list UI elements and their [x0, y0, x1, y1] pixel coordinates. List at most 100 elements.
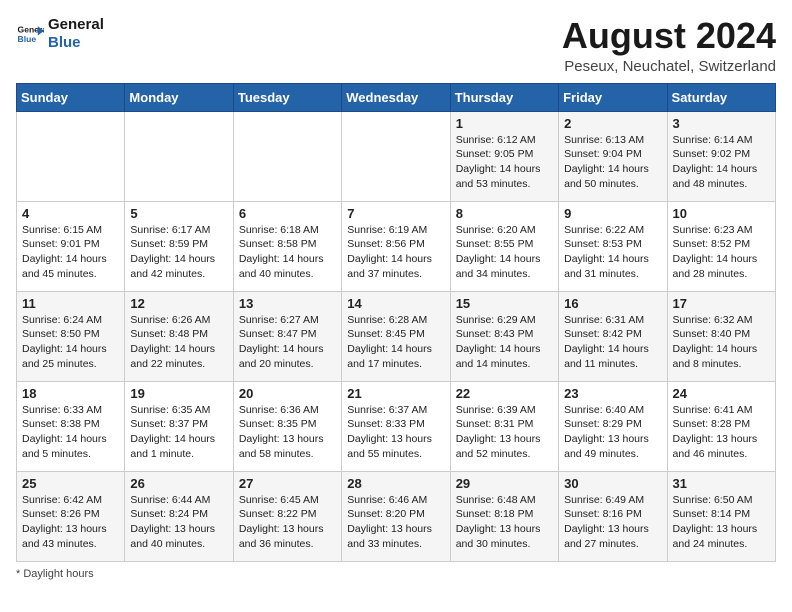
day-number: 28 — [347, 476, 444, 491]
day-number: 22 — [456, 386, 553, 401]
day-number: 30 — [564, 476, 661, 491]
footer-note: * Daylight hours — [16, 568, 776, 580]
calendar-cell: 5 Sunrise: 6:17 AM Sunset: 8:59 PM Daylig… — [125, 201, 233, 291]
day-info: Sunrise: 6:23 AM Sunset: 8:52 PM Dayligh… — [673, 223, 770, 282]
day-info: Sunrise: 6:49 AM Sunset: 8:16 PM Dayligh… — [564, 493, 661, 552]
day-number: 3 — [673, 116, 770, 131]
day-info: Sunrise: 6:15 AM Sunset: 9:01 PM Dayligh… — [22, 223, 119, 282]
calendar-cell: 7Sunrise: 6:19 AM Sunset: 8:56 PM Daylig… — [342, 201, 450, 291]
day-number: 10 — [673, 206, 770, 221]
calendar-cell — [17, 111, 125, 201]
day-info: Sunrise: 6:17 AM Sunset: 8:59 PM Dayligh… — [130, 223, 227, 282]
calendar-cell: 11Sunrise: 6:24 AM Sunset: 8:50 PM Dayli… — [17, 291, 125, 381]
calendar-cell: 28 Sunrise: 6:46 AM Sunset: 8:20 PM Dayli… — [342, 471, 450, 561]
title-area: August 2024 Peseux, Neuchatel, Switzerla… — [562, 16, 776, 75]
day-header-wednesday: Wednesday — [342, 83, 450, 111]
calendar-cell: 23Sunrise: 6:40 AM Sunset: 8:29 PM Dayli… — [559, 381, 667, 471]
calendar-week-4: 25Sunrise: 6:42 AM Sunset: 8:26 PM Dayli… — [17, 471, 776, 561]
day-info: Sunrise: 6:46 AM Sunset: 8:20 PM Dayligh… — [347, 493, 444, 552]
day-number: 27 — [239, 476, 336, 491]
calendar-cell: 15 Sunrise: 6:29 AM Sunset: 8:43 PM Dayli… — [450, 291, 558, 381]
day-info: Sunrise: 6:20 AM Sunset: 8:55 PM Dayligh… — [456, 223, 553, 282]
day-info: Sunrise: 6:44 AM Sunset: 8:24 PM Dayligh… — [130, 493, 227, 552]
day-number: 14 — [347, 296, 444, 311]
day-info: Sunrise: 6:27 AM Sunset: 8:47 PM Dayligh… — [239, 313, 336, 372]
day-number: 24 — [673, 386, 770, 401]
calendar-cell: 19 Sunrise: 6:35 AM Sunset: 8:37 PM Dayli… — [125, 381, 233, 471]
day-number: 7 — [347, 206, 444, 221]
calendar-cell: 2Sunrise: 6:13 AM Sunset: 9:04 PM Daylig… — [559, 111, 667, 201]
day-number: 17 — [673, 296, 770, 311]
calendar-cell: 18Sunrise: 6:33 AM Sunset: 8:38 PM Dayli… — [17, 381, 125, 471]
day-number: 1 — [456, 116, 553, 131]
day-number: 8 — [456, 206, 553, 221]
day-number: 19 — [130, 386, 227, 401]
logo-line1: General — [48, 16, 104, 34]
calendar-cell: 10 Sunrise: 6:23 AM Sunset: 8:52 PM Dayli… — [667, 201, 775, 291]
calendar-cell: 16 Sunrise: 6:31 AM Sunset: 8:42 PM Dayli… — [559, 291, 667, 381]
calendar-cell — [233, 111, 341, 201]
day-info: Sunrise: 6:50 AM Sunset: 8:14 PM Dayligh… — [673, 493, 770, 552]
day-number: 5 — [130, 206, 227, 221]
day-header-tuesday: Tuesday — [233, 83, 341, 111]
calendar-cell: 29Sunrise: 6:48 AM Sunset: 8:18 PM Dayli… — [450, 471, 558, 561]
day-header-saturday: Saturday — [667, 83, 775, 111]
page-header: General Blue General Blue August 2024 Pe… — [16, 16, 776, 75]
day-number: 11 — [22, 296, 119, 311]
day-header-monday: Monday — [125, 83, 233, 111]
day-info: Sunrise: 6:31 AM Sunset: 8:42 PM Dayligh… — [564, 313, 661, 372]
calendar-cell: 1 Sunrise: 6:12 AM Sunset: 9:05 PM Daylig… — [450, 111, 558, 201]
month-title: August 2024 — [562, 16, 776, 56]
day-number: 21 — [347, 386, 444, 401]
day-info: Sunrise: 6:35 AM Sunset: 8:37 PM Dayligh… — [130, 403, 227, 462]
calendar-header-row: SundayMondayTuesdayWednesdayThursdayFrid… — [17, 83, 776, 111]
day-number: 16 — [564, 296, 661, 311]
calendar-cell: 4 Sunrise: 6:15 AM Sunset: 9:01 PM Daylig… — [17, 201, 125, 291]
calendar-cell — [125, 111, 233, 201]
day-header-friday: Friday — [559, 83, 667, 111]
calendar-cell: 21 Sunrise: 6:37 AM Sunset: 8:33 PM Dayli… — [342, 381, 450, 471]
day-info: Sunrise: 6:33 AM Sunset: 8:38 PM Dayligh… — [22, 403, 119, 462]
day-number: 26 — [130, 476, 227, 491]
calendar-cell: 17Sunrise: 6:32 AM Sunset: 8:40 PM Dayli… — [667, 291, 775, 381]
calendar-week-1: 4 Sunrise: 6:15 AM Sunset: 9:01 PM Daylig… — [17, 201, 776, 291]
day-info: Sunrise: 6:29 AM Sunset: 8:43 PM Dayligh… — [456, 313, 553, 372]
day-info: Sunrise: 6:45 AM Sunset: 8:22 PM Dayligh… — [239, 493, 336, 552]
logo-icon: General Blue — [16, 20, 44, 48]
calendar-cell: 12Sunrise: 6:26 AM Sunset: 8:48 PM Dayli… — [125, 291, 233, 381]
calendar-cell: 27 Sunrise: 6:45 AM Sunset: 8:22 PM Dayli… — [233, 471, 341, 561]
logo-line2: Blue — [48, 34, 104, 52]
calendar-cell: 6Sunrise: 6:18 AM Sunset: 8:58 PM Daylig… — [233, 201, 341, 291]
day-info: Sunrise: 6:41 AM Sunset: 8:28 PM Dayligh… — [673, 403, 770, 462]
calendar-cell: 31 Sunrise: 6:50 AM Sunset: 8:14 PM Dayli… — [667, 471, 775, 561]
day-info: Sunrise: 6:37 AM Sunset: 8:33 PM Dayligh… — [347, 403, 444, 462]
svg-text:Blue: Blue — [18, 34, 37, 44]
day-info: Sunrise: 6:36 AM Sunset: 8:35 PM Dayligh… — [239, 403, 336, 462]
calendar-cell: 24 Sunrise: 6:41 AM Sunset: 8:28 PM Dayli… — [667, 381, 775, 471]
calendar-cell — [342, 111, 450, 201]
day-number: 15 — [456, 296, 553, 311]
calendar-cell: 8 Sunrise: 6:20 AM Sunset: 8:55 PM Daylig… — [450, 201, 558, 291]
day-number: 29 — [456, 476, 553, 491]
calendar-cell: 20Sunrise: 6:36 AM Sunset: 8:35 PM Dayli… — [233, 381, 341, 471]
day-info: Sunrise: 6:12 AM Sunset: 9:05 PM Dayligh… — [456, 133, 553, 192]
day-info: Sunrise: 6:13 AM Sunset: 9:04 PM Dayligh… — [564, 133, 661, 192]
footer-note-text: Daylight hours — [23, 568, 93, 580]
day-number: 31 — [673, 476, 770, 491]
day-number: 4 — [22, 206, 119, 221]
day-info: Sunrise: 6:14 AM Sunset: 9:02 PM Dayligh… — [673, 133, 770, 192]
calendar-week-0: 1 Sunrise: 6:12 AM Sunset: 9:05 PM Daylig… — [17, 111, 776, 201]
calendar-cell: 30 Sunrise: 6:49 AM Sunset: 8:16 PM Dayli… — [559, 471, 667, 561]
calendar-cell: 3 Sunrise: 6:14 AM Sunset: 9:02 PM Daylig… — [667, 111, 775, 201]
day-info: Sunrise: 6:18 AM Sunset: 8:58 PM Dayligh… — [239, 223, 336, 282]
day-header-sunday: Sunday — [17, 83, 125, 111]
calendar-cell: 9 Sunrise: 6:22 AM Sunset: 8:53 PM Daylig… — [559, 201, 667, 291]
day-info: Sunrise: 6:22 AM Sunset: 8:53 PM Dayligh… — [564, 223, 661, 282]
day-info: Sunrise: 6:40 AM Sunset: 8:29 PM Dayligh… — [564, 403, 661, 462]
calendar-week-3: 18Sunrise: 6:33 AM Sunset: 8:38 PM Dayli… — [17, 381, 776, 471]
calendar-cell: 25Sunrise: 6:42 AM Sunset: 8:26 PM Dayli… — [17, 471, 125, 561]
day-info: Sunrise: 6:42 AM Sunset: 8:26 PM Dayligh… — [22, 493, 119, 552]
day-number: 9 — [564, 206, 661, 221]
calendar-cell: 14Sunrise: 6:28 AM Sunset: 8:45 PM Dayli… — [342, 291, 450, 381]
day-number: 13 — [239, 296, 336, 311]
